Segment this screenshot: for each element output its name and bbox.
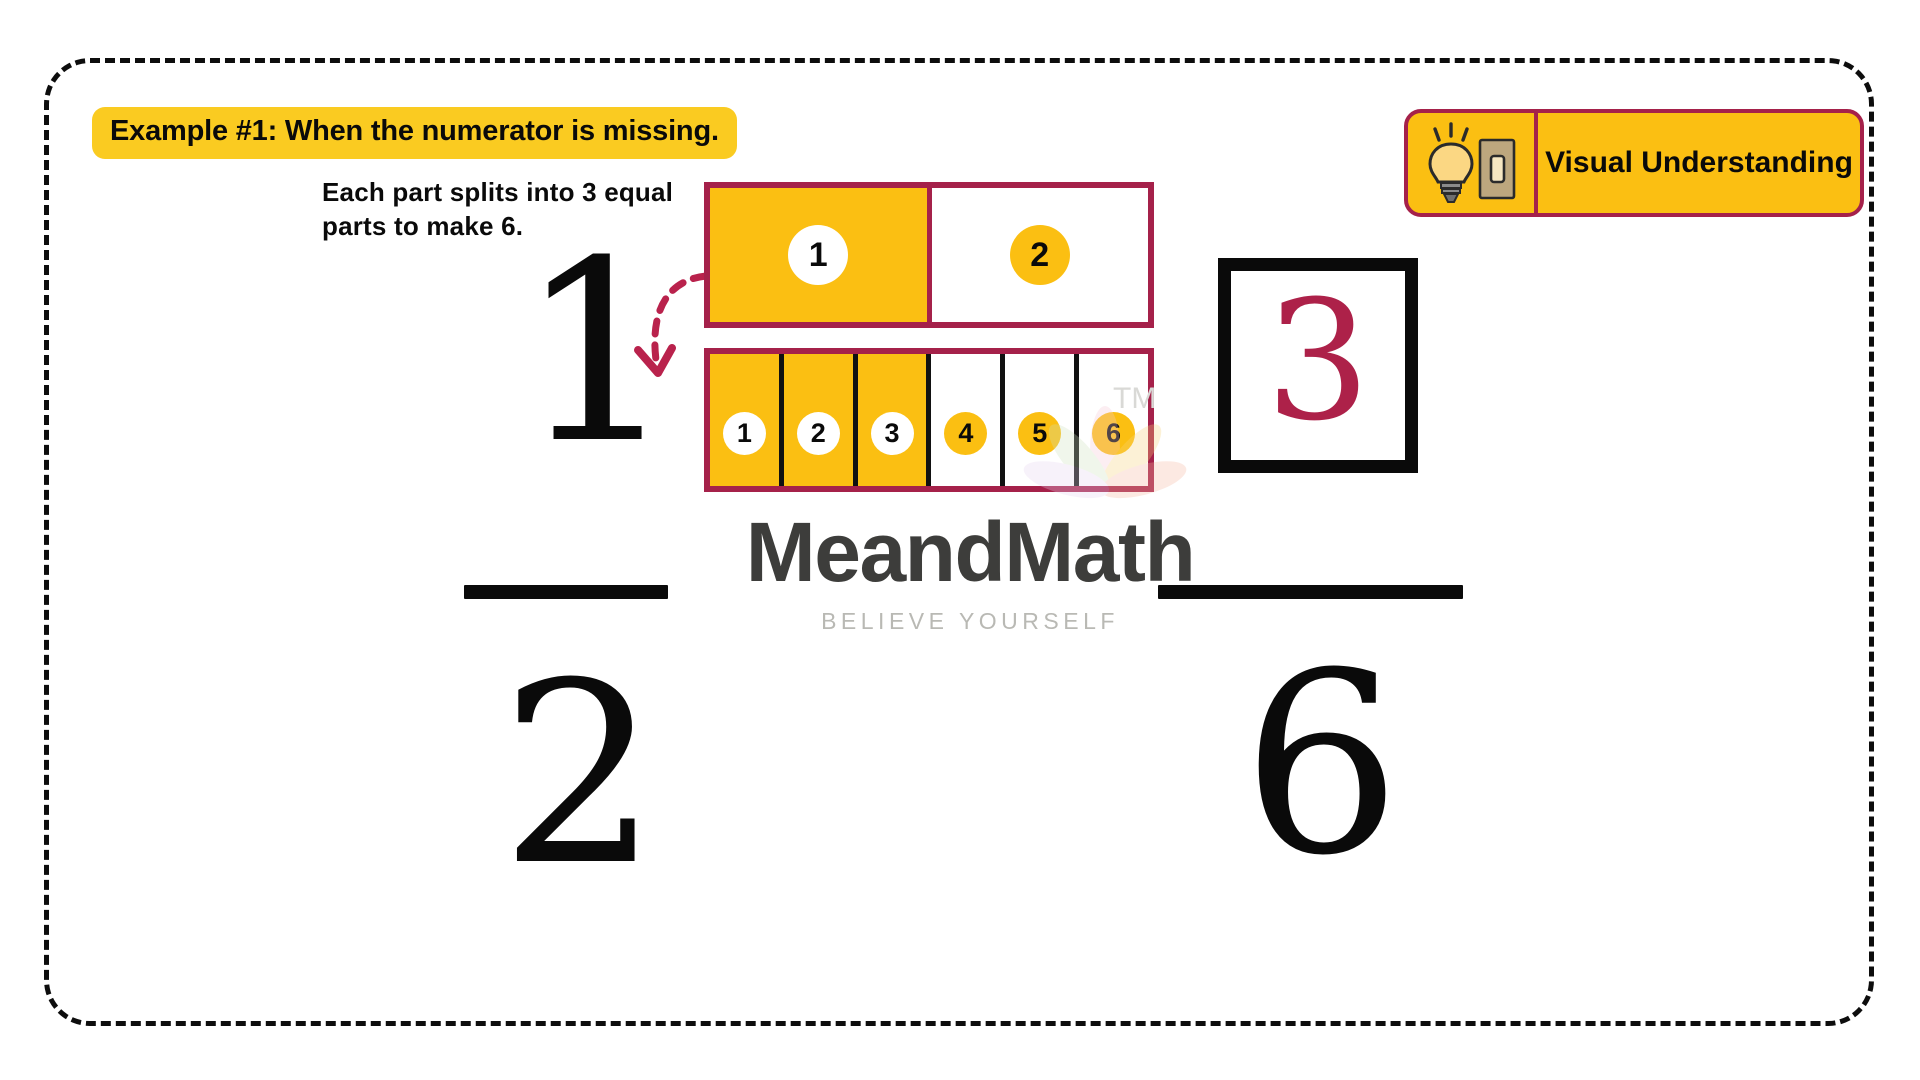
bar-cell-chip: 5 (1018, 411, 1062, 455)
bar-cell: 6 (1074, 354, 1148, 486)
bar-cell: 5 (1000, 354, 1074, 486)
right-denominator: 6 (1242, 619, 1402, 910)
right-numerator-box: 3 (1218, 258, 1418, 473)
bar-cell-chip: 3 (870, 411, 914, 455)
left-denominator: 2 (500, 629, 660, 920)
bar-cell-chip: 4 (944, 411, 988, 455)
example-title-pill: Example #1: When the numerator is missin… (92, 107, 737, 159)
watermark-trademark: TM (1113, 382, 1157, 415)
bar-cell-chip: 2 (796, 411, 840, 455)
bar-cell: 2 (778, 354, 853, 486)
bar-cell: 2 (926, 188, 1149, 322)
visual-understanding-label: Visual Understanding (1545, 145, 1853, 179)
bar-cell-chip: 1 (722, 411, 766, 455)
bar-cell: 4 (926, 354, 1000, 486)
bar-model-halves: 1 2 (704, 182, 1154, 328)
bar-model-sixths: 1 2 3 4 5 6 (704, 348, 1154, 492)
worksheet-canvas: Example #1: When the numerator is missin… (0, 0, 1920, 1080)
right-fraction-bar (1158, 585, 1463, 599)
lightbulb-switch-icon (1408, 113, 1538, 213)
bar-cell: 3 (852, 354, 927, 486)
bar-cell-chip: 2 (1009, 225, 1070, 285)
bar-cell: 1 (710, 188, 927, 322)
left-fraction-bar (464, 585, 668, 599)
right-numerator-value: 3 (1265, 265, 1371, 457)
bar-cell-chip: 6 (1092, 411, 1136, 455)
bar-cell: 1 (710, 354, 779, 486)
visual-understanding-badge[interactable]: Visual Understanding (1404, 109, 1864, 217)
bar-cell-chip: 1 (788, 225, 849, 285)
